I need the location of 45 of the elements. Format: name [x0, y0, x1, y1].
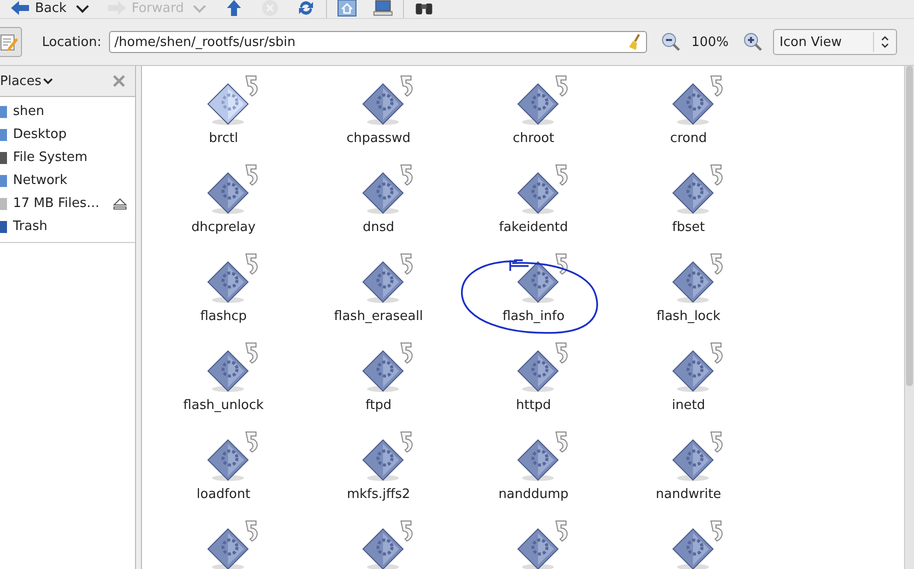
file-name: fbset [672, 220, 705, 235]
sidebar-item[interactable]: Network [0, 169, 135, 192]
sidebar-item[interactable]: Trash [0, 215, 135, 238]
chevron-icon [43, 77, 54, 85]
stop-icon [260, 0, 280, 17]
eject-icon[interactable] [113, 198, 127, 210]
file-name: dnsd [362, 220, 394, 235]
zoom-in-icon[interactable] [742, 32, 763, 52]
file-name: flash_eraseall [334, 309, 423, 324]
file-name: ftpd [366, 398, 392, 413]
zoom-level: 100% [691, 34, 729, 50]
view-dropdown[interactable]: Icon View [772, 29, 897, 55]
location-label: Location: [42, 34, 102, 50]
back-button[interactable]: Back [4, 0, 97, 17]
file-name: flash_info [502, 309, 565, 324]
notepad-pencil-icon [0, 32, 19, 52]
broom-icon[interactable] [628, 33, 642, 51]
file-name: chpasswd [346, 131, 411, 146]
sidebar-item[interactable]: shen [0, 100, 135, 123]
location-field[interactable]: /home/shen/_rootfs/usr/sbin [109, 31, 648, 53]
zoom-out-icon[interactable] [661, 32, 682, 52]
arrow-icon [10, 0, 30, 17]
file-name: fakeidentd [498, 220, 568, 235]
file-name: inetd [672, 398, 706, 413]
file-name: loadfont [196, 487, 250, 502]
sidebar-item[interactable]: File System [0, 146, 135, 169]
file-name: mkfs.jffs2 [346, 487, 410, 502]
file-name: chroot [512, 131, 554, 146]
places-dropdown[interactable]: Places [0, 74, 54, 88]
file-name: httpd [516, 398, 551, 413]
file-name: flashcp [200, 309, 247, 324]
sidebar-item[interactable]: 17 MB Files… [0, 192, 135, 215]
file-name: flash_lock [656, 309, 720, 324]
vertical-scrollbar[interactable] [904, 66, 914, 569]
sidebar-item[interactable]: Desktop [0, 123, 135, 146]
file-name: nanddump [498, 487, 569, 502]
file-name: brctl [208, 131, 238, 146]
scrollbar-thumb[interactable] [906, 66, 913, 386]
file-name: crond [670, 131, 707, 146]
file-name: dhcprelay [191, 220, 256, 235]
computer-icon [372, 0, 393, 17]
home-icon [336, 0, 357, 17]
file-name: nandwrite [656, 487, 722, 502]
file-name: flash_unlock [183, 398, 264, 413]
edit-location-button[interactable] [0, 27, 22, 57]
